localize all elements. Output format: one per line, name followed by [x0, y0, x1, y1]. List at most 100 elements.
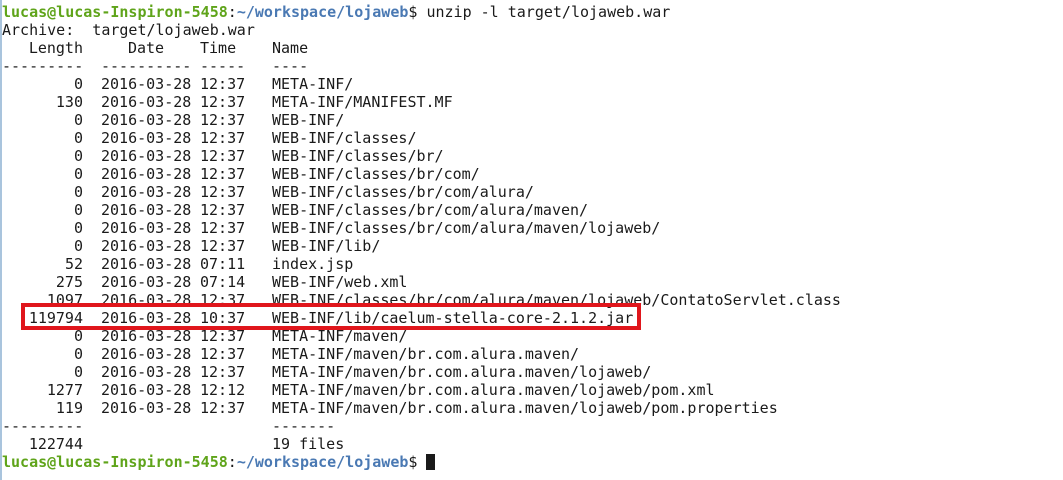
file-entry: 0 2016-03-28 12:37 META-INF/maven/	[2, 327, 1063, 345]
entry-name: WEB-INF/classes/br/com/	[272, 165, 480, 183]
entry-name: WEB-INF/classes/br/com/alura/maven/lojaw…	[272, 219, 661, 237]
file-entry: 0 2016-03-28 12:37 WEB-INF/classes/	[2, 129, 1063, 147]
file-entry: 0 2016-03-28 12:37 META-INF/	[2, 75, 1063, 93]
entry-length: 1277	[46, 381, 83, 399]
header-time: Time	[200, 39, 237, 57]
entry-time: 12:37	[200, 345, 246, 363]
entry-name: index.jsp	[272, 255, 354, 273]
entry-length: 119	[55, 399, 83, 417]
header-length: Length	[28, 39, 83, 57]
file-entry: 0 2016-03-28 12:37 WEB-INF/classes/br/com/a…	[2, 201, 1063, 219]
entry-time: 12:37	[200, 399, 246, 417]
entry-length: 275	[55, 273, 83, 291]
prompt-symbol: $	[408, 3, 427, 21]
entry-name: META-INF/maven/br.com.alura.maven/lojawe…	[272, 399, 778, 417]
totals-line: 122744 19 files	[2, 435, 1063, 453]
file-entry: 0 2016-03-28 12:37 WEB-INF/classes/br/com/a…	[2, 219, 1063, 237]
entry-date: 2016-03-28	[101, 219, 192, 237]
prompt-user-host-2: lucas@lucas-Inspiron-5458	[2, 453, 228, 471]
archive-line: Archive: target/lojaweb.war	[2, 21, 255, 39]
entry-date: 2016-03-28	[101, 345, 192, 363]
entry-date: 2016-03-28	[101, 111, 192, 129]
entry-length: 0	[73, 147, 83, 165]
entry-time: 12:37	[200, 111, 246, 129]
entry-time: 07:11	[200, 255, 246, 273]
entry-date: 2016-03-28	[101, 93, 192, 111]
file-entry: 119 2016-03-28 12:37 META-INF/maven/br.com.…	[2, 399, 1063, 417]
entry-time: 12:37	[200, 75, 246, 93]
entry-name: WEB-INF/web.xml	[272, 273, 408, 291]
entry-date: 2016-03-28	[101, 363, 192, 381]
entry-date: 2016-03-28	[101, 327, 192, 345]
entry-length: 0	[73, 345, 83, 363]
file-entry: 0 2016-03-28 12:37 WEB-INF/classes/br/com/a…	[2, 183, 1063, 201]
entry-name: META-INF/maven/br.com.alura.maven/	[272, 345, 580, 363]
prompt-path: ~/workspace/lojaweb	[236, 3, 409, 21]
entry-date: 2016-03-28	[101, 129, 192, 147]
entry-time: 10:37	[200, 309, 246, 327]
entry-time: 12:37	[200, 183, 246, 201]
entry-length: 0	[73, 165, 83, 183]
file-entry: 0 2016-03-28 12:37 META-INF/maven/br.com.al…	[2, 345, 1063, 363]
entry-time: 12:37	[200, 237, 246, 255]
entry-time: 12:37	[200, 291, 246, 309]
entry-length: 0	[73, 183, 83, 201]
header-rule-length: ---------	[2, 57, 84, 75]
file-entry: 0 2016-03-28 12:37 WEB-INF/	[2, 111, 1063, 129]
entry-name: META-INF/MANIFEST.MF	[272, 93, 453, 111]
entry-time: 07:14	[200, 273, 246, 291]
entry-name: META-INF/maven/	[272, 327, 408, 345]
command-text: unzip -l target/lojaweb.war	[426, 3, 671, 21]
listing-header: Length Date Time Name	[2, 39, 1063, 57]
entry-date: 2016-03-28	[101, 255, 192, 273]
prompt-path-2: ~/workspace/lojaweb	[236, 453, 409, 471]
file-entry: 0 2016-03-28 12:37 WEB-INF/classes/br/	[2, 147, 1063, 165]
footer-rule: --------- -------	[2, 417, 1063, 435]
entry-length: 0	[73, 363, 83, 381]
entry-time: 12:37	[200, 219, 246, 237]
entry-name: WEB-INF/classes/br/	[272, 147, 444, 165]
entry-date: 2016-03-28	[101, 309, 192, 327]
entry-name: WEB-INF/classes/	[272, 129, 417, 147]
highlighted-file-entry: 119794 2016-03-28 10:37 WEB-INF/lib/caelum-…	[2, 309, 1063, 327]
file-entry: 1097 2016-03-28 12:37 WEB-INF/classes/br/co…	[2, 291, 1063, 309]
entry-length: 119794	[28, 309, 83, 327]
entry-date: 2016-03-28	[101, 147, 192, 165]
entry-name: WEB-INF/lib/	[272, 237, 381, 255]
text-cursor[interactable]	[426, 454, 436, 470]
prompt-user-host: lucas@lucas-Inspiron-5458	[2, 3, 228, 21]
entry-time: 12:37	[200, 129, 246, 147]
entry-date: 2016-03-28	[101, 183, 192, 201]
entry-name: META-INF/maven/br.com.alura.maven/lojawe…	[272, 381, 715, 399]
entry-date: 2016-03-28	[101, 237, 192, 255]
entry-length: 52	[64, 255, 83, 273]
prompt-separator-2: :	[227, 453, 237, 471]
entry-name: WEB-INF/classes/br/com/alura/maven/	[272, 201, 589, 219]
entry-date: 2016-03-28	[101, 165, 192, 183]
header-date: Date	[127, 39, 165, 57]
entry-time: 12:37	[200, 147, 246, 165]
entry-date: 2016-03-28	[101, 273, 192, 291]
header-rule: --------- ---------- ----- ----	[2, 57, 1063, 75]
file-entry: 275 2016-03-28 07:14 WEB-INF/web.xml	[2, 273, 1063, 291]
entry-time: 12:37	[200, 93, 246, 111]
entry-name: WEB-INF/classes/br/com/alura/	[272, 183, 534, 201]
file-entry: 52 2016-03-28 07:11 index.jsp	[2, 255, 1063, 273]
entry-time: 12:37	[200, 327, 246, 345]
file-entry: 1277 2016-03-28 12:12 META-INF/maven/br.com…	[2, 381, 1063, 399]
header-rule-time: -----	[200, 57, 246, 75]
entry-date: 2016-03-28	[101, 399, 192, 417]
entry-date: 2016-03-28	[101, 291, 192, 309]
active-prompt-line[interactable]: lucas@lucas-Inspiron-5458:~/workspace/lo…	[2, 453, 1063, 471]
entry-name: WEB-INF/	[272, 111, 345, 129]
terminal-window[interactable]: lucas@lucas-Inspiron-5458:~/workspace/lo…	[0, 0, 1063, 480]
entry-length: 0	[73, 237, 83, 255]
entry-time: 12:12	[200, 381, 246, 399]
entry-date: 2016-03-28	[101, 381, 192, 399]
entry-time: 12:37	[200, 165, 246, 183]
total-length: 122744	[28, 435, 83, 453]
entry-length: 130	[55, 93, 83, 111]
entry-length: 0	[73, 327, 83, 345]
entry-length: 0	[73, 75, 83, 93]
entry-length: 0	[73, 201, 83, 219]
